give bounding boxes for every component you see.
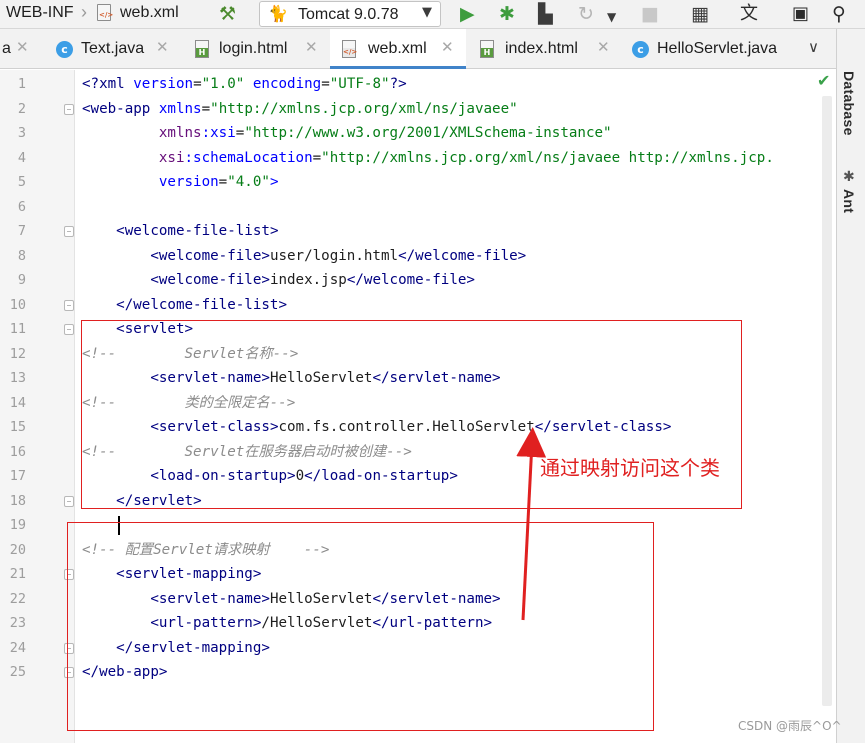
watermark: CSDN @雨辰^O^: [738, 719, 842, 733]
annotation-label: 通过映射访问这个类: [540, 456, 720, 480]
annotation-arrow: [516, 427, 547, 621]
